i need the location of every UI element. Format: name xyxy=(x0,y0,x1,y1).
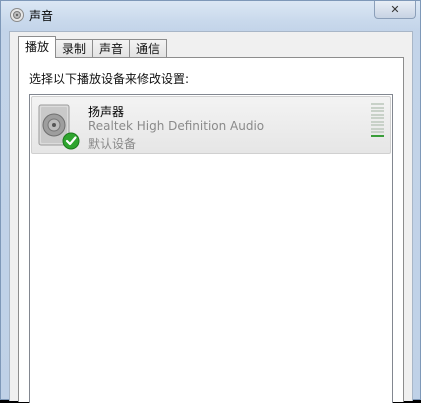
meter-segment xyxy=(371,131,384,134)
meter-segment xyxy=(371,120,384,123)
dialog-client: 播放 录制 声音 通信 选择以下播放设备来修改设置: 扬声器 Realtek H… xyxy=(9,31,413,403)
check-icon xyxy=(62,132,80,150)
device-list[interactable]: 扬声器 Realtek High Definition Audio 默认设备 xyxy=(29,94,393,403)
tab-strip: 播放 录制 声音 通信 xyxy=(18,36,168,58)
close-icon: ✕ xyxy=(390,3,400,16)
device-status: 默认设备 xyxy=(88,137,137,151)
playback-panel: 选择以下播放设备来修改设置: 扬声器 Realtek High Definiti… xyxy=(18,57,404,403)
title-bar[interactable]: 声音 ✕ xyxy=(1,1,420,29)
device-name: 扬声器 xyxy=(88,105,125,119)
close-button[interactable]: ✕ xyxy=(374,1,416,19)
instruction-text: 选择以下播放设备来修改设置: xyxy=(29,72,190,86)
meter-segment xyxy=(371,110,384,113)
meter-segment xyxy=(371,106,384,109)
tab-playback[interactable]: 播放 xyxy=(18,36,57,58)
meter-segment xyxy=(371,124,384,127)
speaker-icon xyxy=(9,7,25,23)
list-item[interactable]: 扬声器 Realtek High Definition Audio 默认设备 xyxy=(31,96,391,154)
tab-communications[interactable]: 通信 xyxy=(130,39,168,58)
volume-meter xyxy=(371,103,384,137)
tab-recording[interactable]: 录制 xyxy=(56,39,94,58)
sound-dialog: 声音 ✕ 播放 录制 声音 通信 选择以下播放设备来修改设置: 扬声器 Real… xyxy=(0,0,421,403)
meter-segment xyxy=(371,117,384,120)
meter-segment xyxy=(371,134,384,137)
meter-segment xyxy=(371,127,384,130)
tab-sounds[interactable]: 声音 xyxy=(93,39,131,58)
meter-segment xyxy=(371,103,384,105)
device-driver: Realtek High Definition Audio xyxy=(88,119,265,133)
meter-segment xyxy=(371,113,384,116)
speaker-device-icon xyxy=(36,103,80,151)
window-title: 声音 xyxy=(29,9,54,23)
